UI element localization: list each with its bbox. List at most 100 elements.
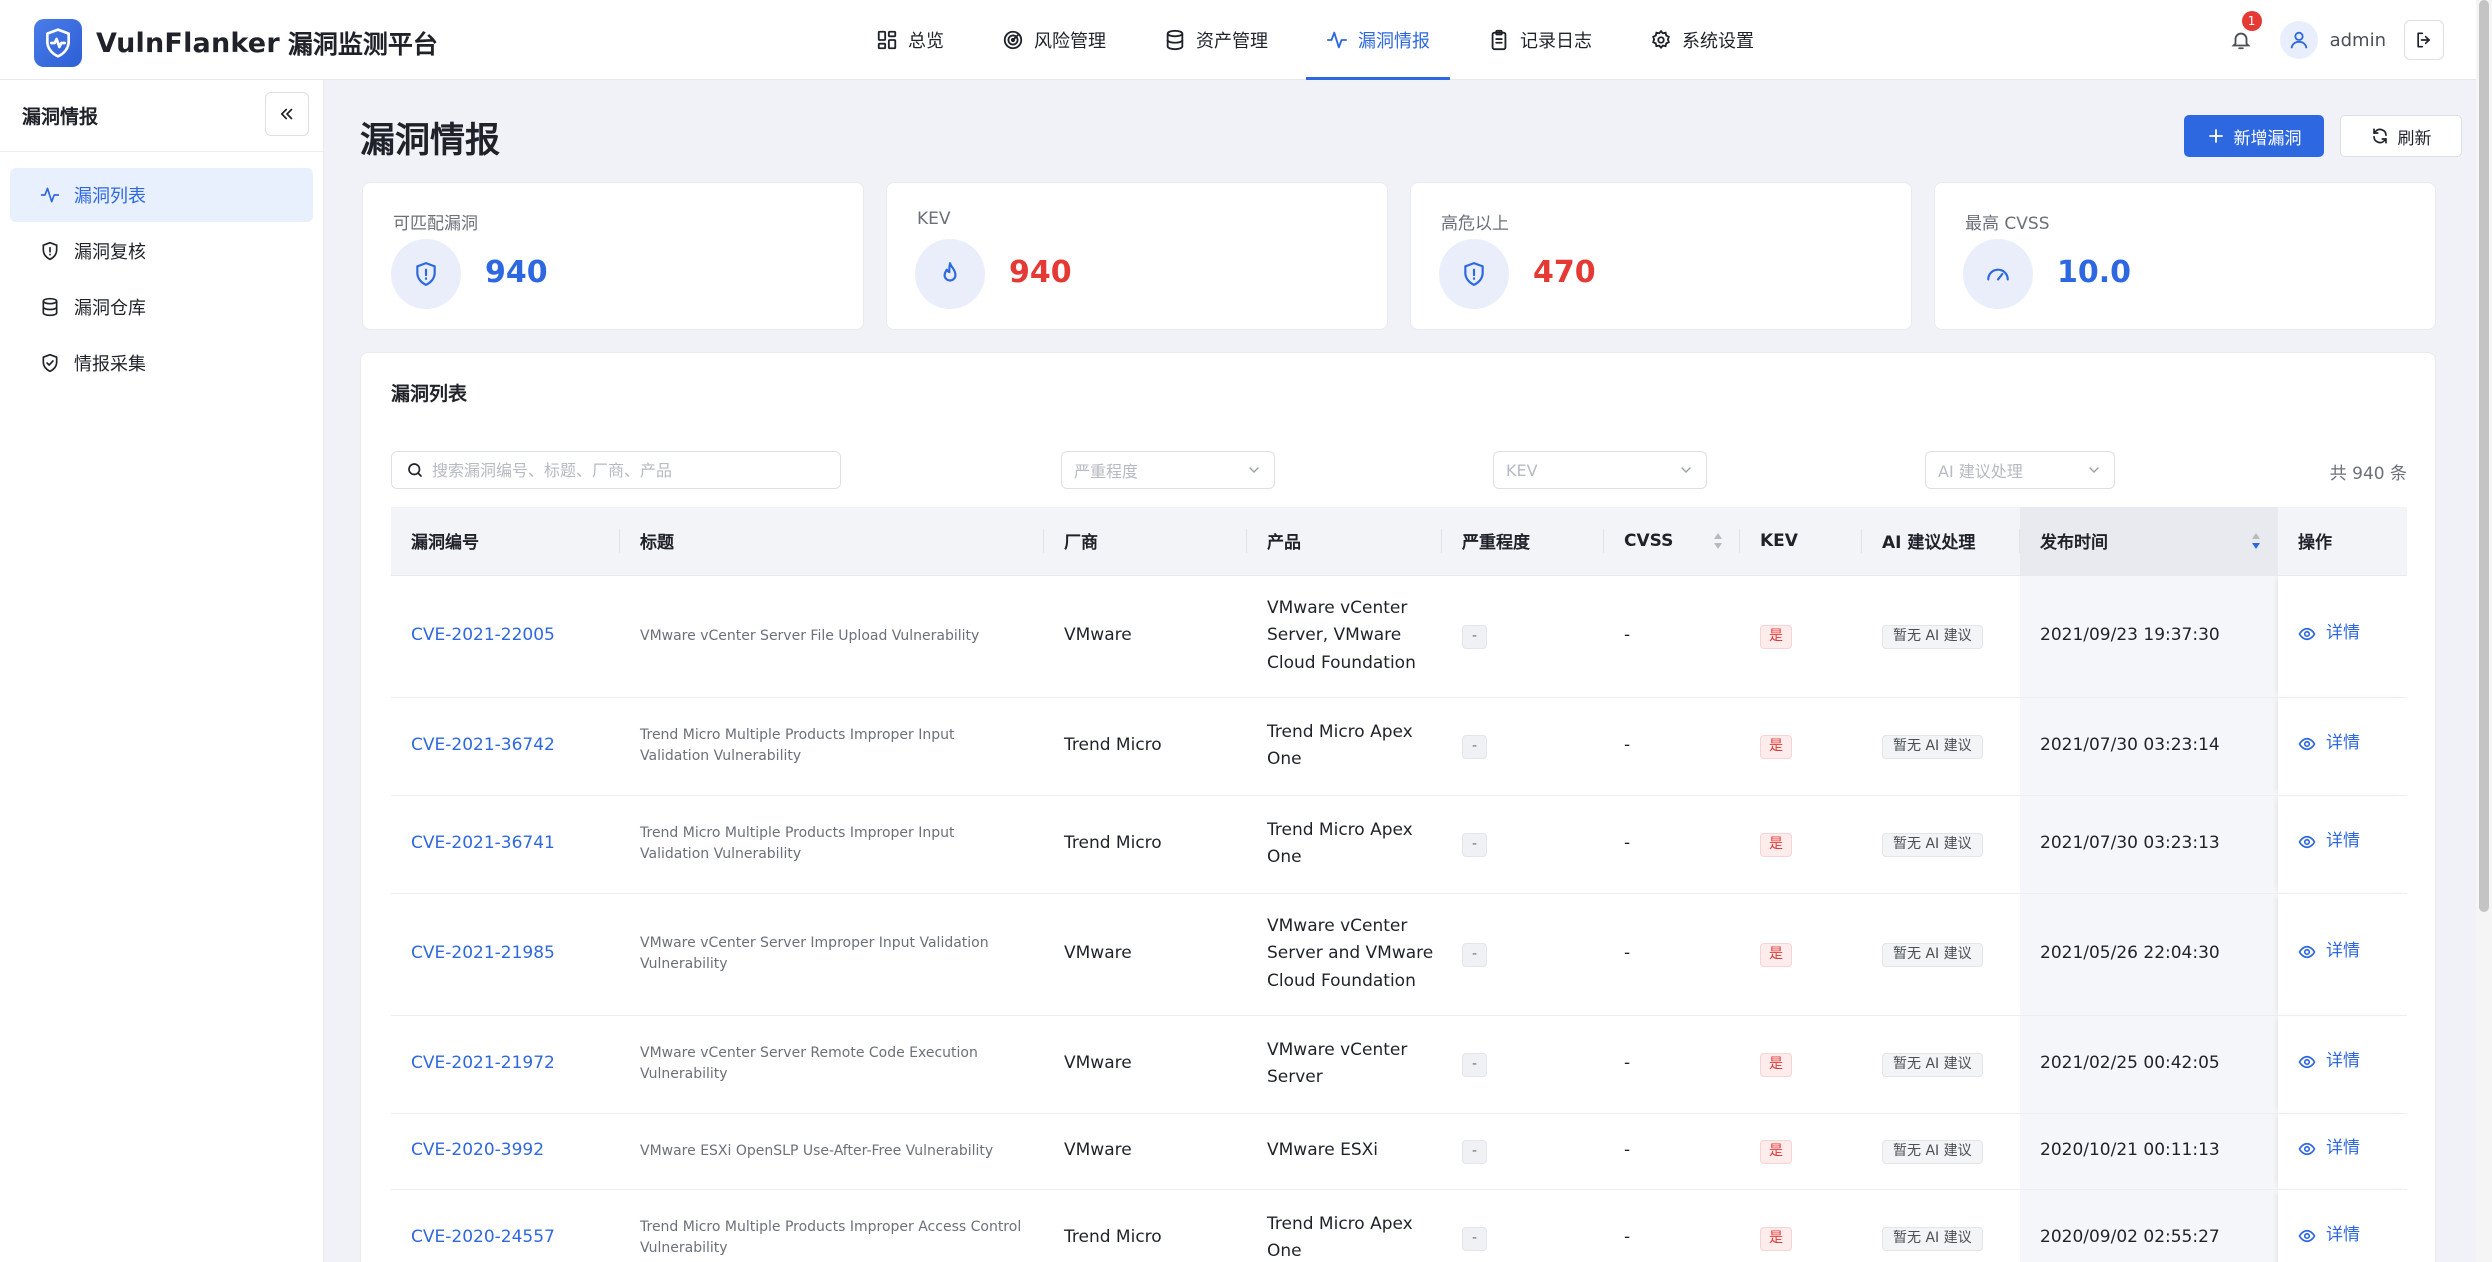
cell-cve-id: CVE-2021-36741 (391, 795, 620, 894)
cell-date: 2021/07/30 03:23:13 (2020, 795, 2278, 894)
sidebar: 漏洞情报 漏洞列表 漏洞复核 漏洞仓库 情报采集 (0, 80, 324, 1262)
stat-card-matchable: 可匹配漏洞 940 (362, 182, 864, 330)
cell-vendor: Trend Micro (1044, 1189, 1247, 1262)
collapse-sidebar-button[interactable] (265, 92, 309, 136)
eye-icon (2298, 945, 2316, 958)
kev-badge: 是 (1760, 1140, 1792, 1164)
cell-kev: 是 (1740, 575, 1862, 698)
shield-alert-icon (40, 241, 60, 261)
brand[interactable]: VulnFlanker 漏洞监测平台 (34, 19, 438, 67)
cve-link[interactable]: CVE-2021-22005 (411, 625, 555, 645)
chevrons-left-icon (280, 108, 293, 120)
sidebar-item-label: 情报采集 (74, 354, 146, 375)
detail-button[interactable]: 详情 (2298, 1222, 2360, 1249)
kev-filter-select[interactable]: KEV (1493, 451, 1707, 489)
detail-button[interactable]: 详情 (2298, 1048, 2360, 1075)
severity-tag: - (1462, 735, 1488, 759)
cve-link[interactable]: CVE-2021-36742 (411, 735, 555, 755)
nav-item-risk[interactable]: 风险管理 (982, 0, 1126, 80)
nav-item-label: 风险管理 (1034, 31, 1106, 52)
cell-ai: 暂无 AI 建议 (1862, 697, 2020, 796)
column-header: 标题 (620, 507, 1044, 576)
ai-status-tag: 暂无 AI 建议 (1882, 943, 1983, 967)
sidebar-item-label: 漏洞复核 (74, 242, 146, 263)
cve-link[interactable]: CVE-2020-3992 (411, 1140, 544, 1160)
cell-severity: - (1442, 697, 1604, 796)
nav-item-overview[interactable]: 总览 (856, 0, 964, 80)
cell-severity: - (1442, 893, 1604, 1016)
cell-ai: 暂无 AI 建议 (1862, 1189, 2020, 1262)
sidebar-item-label: 漏洞仓库 (74, 298, 146, 319)
cell-cve-id: CVE-2020-24557 (391, 1189, 620, 1262)
chevron-down-icon (1249, 467, 1259, 473)
severity-tag: - (1462, 1140, 1488, 1164)
detail-button[interactable]: 详情 (2298, 1135, 2360, 1162)
column-header-date[interactable]: 发布时间 (2020, 507, 2278, 576)
cell-vendor: Trend Micro (1044, 795, 1247, 894)
detail-label: 详情 (2326, 1138, 2360, 1159)
severity-tag: - (1462, 833, 1488, 857)
database-icon (1164, 29, 1186, 51)
cell-severity: - (1442, 1015, 1604, 1114)
add-vuln-button[interactable]: 新增漏洞 (2184, 115, 2324, 157)
avatar[interactable] (2279, 21, 2318, 59)
cell-cvss: - (1604, 575, 1740, 698)
detail-button[interactable]: 详情 (2298, 730, 2360, 757)
sidebar-item-label: 漏洞列表 (74, 186, 146, 207)
radar-icon (1002, 29, 1024, 51)
notification-button[interactable]: 1 (2226, 11, 2262, 55)
detail-label: 详情 (2326, 1051, 2360, 1072)
ai-filter-select[interactable]: AI 建议处理 (1925, 451, 2115, 489)
detail-label: 详情 (2326, 1225, 2360, 1246)
cve-link[interactable]: CVE-2021-36741 (411, 833, 555, 853)
add-vuln-label: 新增漏洞 (2233, 128, 2302, 149)
scrollbar-thumb[interactable] (2479, 0, 2489, 912)
column-header: 严重程度 (1442, 507, 1604, 576)
cve-link[interactable]: CVE-2021-21985 (411, 943, 555, 963)
severity-tag: - (1462, 1227, 1488, 1251)
cve-link[interactable]: CVE-2021-21972 (411, 1053, 555, 1073)
sidebar-item-vuln-repo[interactable]: 漏洞仓库 (10, 280, 313, 334)
nav-item-assets[interactable]: 资产管理 (1144, 0, 1288, 80)
column-header-cvss[interactable]: CVSS (1604, 507, 1740, 576)
search-box[interactable] (391, 451, 841, 489)
cell-action: 详情 (2278, 795, 2407, 894)
sort-icon[interactable] (2250, 531, 2262, 551)
stat-value: 940 (1009, 255, 1072, 290)
vuln-list-card: 漏洞列表 严重程度 KEV AI 建议处理 共 940 条 漏洞编号 标题 厂商… (360, 352, 2436, 1262)
severity-filter-select[interactable]: 严重程度 (1061, 451, 1275, 489)
nav-item-label: 资产管理 (1196, 31, 1268, 52)
page-scrollbar[interactable] (2476, 0, 2492, 1262)
nav-item-logs[interactable]: 记录日志 (1468, 0, 1612, 80)
eye-icon (2298, 737, 2316, 750)
kev-badge: 是 (1760, 833, 1792, 857)
shield-alert-icon (391, 239, 461, 309)
stat-value: 470 (1533, 255, 1596, 290)
search-input[interactable] (432, 460, 812, 480)
detail-button[interactable]: 详情 (2298, 938, 2360, 965)
cell-cvss: - (1604, 1015, 1740, 1114)
cell-action: 详情 (2278, 575, 2407, 698)
sidebar-item-vuln-review[interactable]: 漏洞复核 (10, 224, 313, 278)
detail-label: 详情 (2326, 941, 2360, 962)
cell-kev: 是 (1740, 697, 1862, 796)
refresh-button[interactable]: 刷新 (2340, 115, 2462, 157)
cell-cvss: - (1604, 1189, 1740, 1262)
nav-item-settings[interactable]: 系统设置 (1630, 0, 1774, 80)
flame-icon (915, 239, 985, 309)
cell-title: Trend Micro Multiple Products Improper I… (620, 795, 1044, 894)
table-row: CVE-2020-24557 Trend Micro Multiple Prod… (391, 1189, 2407, 1262)
list-title: 漏洞列表 (391, 383, 468, 405)
nav-item-vuln-intel[interactable]: 漏洞情报 (1306, 0, 1450, 80)
sidebar-item-intel-collect[interactable]: 情报采集 (10, 336, 313, 390)
detail-button[interactable]: 详情 (2298, 620, 2360, 647)
username[interactable]: admin (2330, 30, 2386, 51)
cve-link[interactable]: CVE-2020-24557 (411, 1227, 555, 1247)
activity-icon (1326, 29, 1348, 51)
kev-badge: 是 (1760, 1053, 1792, 1077)
detail-button[interactable]: 详情 (2298, 828, 2360, 855)
sidebar-item-vuln-list[interactable]: 漏洞列表 (10, 168, 313, 222)
logout-button[interactable] (2404, 20, 2444, 60)
sort-icon[interactable] (1712, 531, 1724, 551)
table-row: CVE-2021-22005 VMware vCenter Server Fil… (391, 575, 2407, 698)
